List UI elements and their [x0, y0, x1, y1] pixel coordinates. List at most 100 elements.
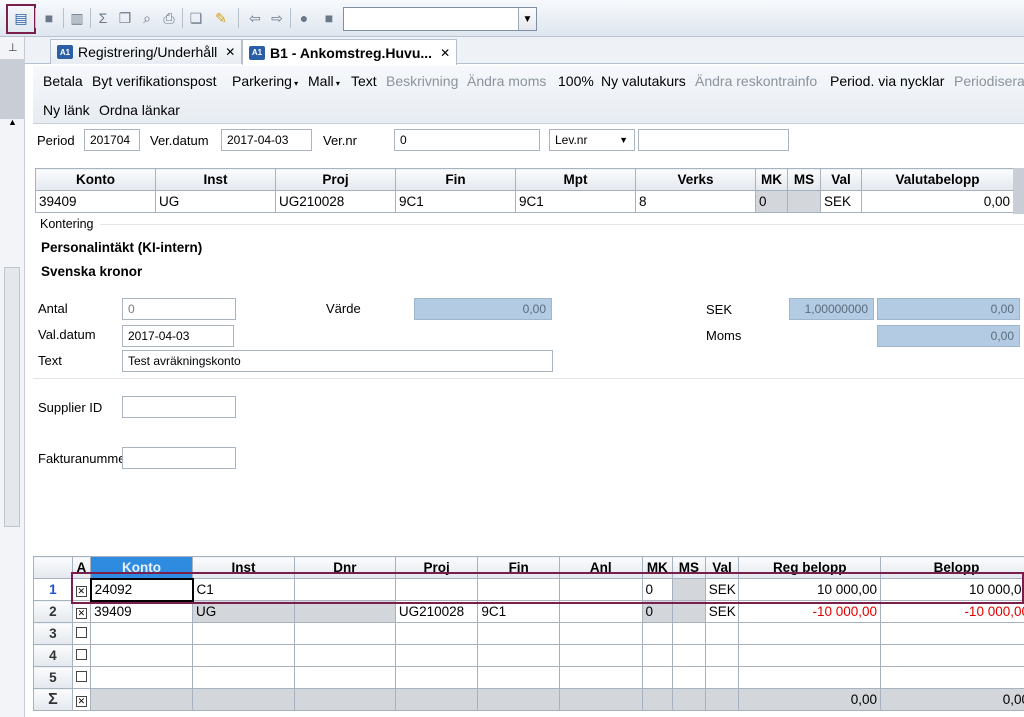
moms-field[interactable]: 0,00 — [877, 325, 1020, 347]
checkbox-unchecked-icon[interactable] — [75, 649, 87, 660]
cell-val[interactable] — [704, 644, 740, 667]
checkbox-checked-icon[interactable]: ✕ — [75, 696, 87, 707]
cell-valutabelopp[interactable]: 0,00 — [861, 190, 1014, 213]
cell-anl[interactable] — [558, 600, 643, 623]
cell-konto[interactable]: 39409 — [35, 190, 156, 213]
cell-reg-belopp[interactable]: -10 000,00 — [738, 600, 882, 623]
col-reg-belopp[interactable]: Reg belopp — [738, 556, 882, 579]
record-icon[interactable]: ● — [293, 7, 315, 29]
close-icon[interactable]: ✕ — [225, 45, 235, 59]
cell-ms[interactable] — [787, 190, 821, 213]
cell-reg-belopp[interactable] — [738, 622, 882, 645]
cmd-ordna-lankar[interactable]: Ordna länkar — [99, 102, 180, 118]
col-proj[interactable]: Proj — [394, 556, 479, 579]
cell-val[interactable]: SEK — [820, 190, 862, 213]
cell-ms[interactable] — [672, 600, 706, 623]
cell-dnr[interactable] — [293, 600, 396, 623]
cmd-byt-verifikationspost[interactable]: Byt verifikationspost — [92, 73, 217, 89]
cell-dnr[interactable] — [293, 578, 396, 601]
cmd-periodisera[interactable]: Periodisera — [954, 73, 1024, 89]
faktura-field[interactable] — [122, 447, 236, 469]
square-icon[interactable]: ■ — [318, 7, 340, 29]
cell-mk[interactable] — [641, 644, 674, 667]
row-number[interactable]: 3 — [33, 622, 73, 645]
row-checkbox[interactable]: ✕ — [71, 578, 92, 601]
col-belopp[interactable]: Belopp — [880, 556, 1024, 579]
cell-konto[interactable] — [90, 644, 194, 667]
toolbar-combo[interactable]: ▼ — [343, 7, 537, 31]
row-number[interactable]: 4 — [33, 644, 73, 667]
cell-mk[interactable]: 0 — [641, 578, 674, 601]
row-checkbox[interactable]: ✕ — [71, 600, 92, 623]
sigma-icon[interactable]: Σ — [92, 7, 114, 29]
cmd-ny-valutakurs[interactable]: Ny valutakurs — [601, 73, 686, 89]
cell-inst[interactable]: UG — [155, 190, 276, 213]
checkbox-checked-icon[interactable]: ✕ — [75, 608, 87, 619]
cell-proj[interactable] — [394, 578, 479, 601]
cell-ms[interactable] — [672, 622, 706, 645]
cell-mk[interactable] — [641, 666, 674, 689]
left-pane-scrollbar[interactable] — [4, 267, 20, 527]
forward-arrow-icon[interactable]: ⇨ — [266, 7, 288, 29]
col-val[interactable]: Val — [820, 168, 862, 191]
supplier-field[interactable] — [122, 396, 236, 418]
window-icon[interactable]: ❏ — [185, 7, 207, 29]
cmd-betala[interactable]: Betala — [43, 73, 83, 89]
col-verks[interactable]: Verks — [635, 168, 756, 191]
cell-fin[interactable] — [477, 622, 560, 645]
vernr-field[interactable]: 0 — [394, 129, 540, 151]
cell-mk[interactable] — [641, 622, 674, 645]
cell-ms[interactable] — [672, 644, 706, 667]
cell-val[interactable] — [704, 622, 740, 645]
cell-belopp[interactable] — [880, 622, 1024, 645]
row-checkbox[interactable] — [71, 644, 92, 667]
cell-val[interactable] — [704, 666, 740, 689]
cell-proj[interactable]: UG210028 — [394, 600, 479, 623]
cell-fin[interactable] — [477, 644, 560, 667]
cell-proj[interactable] — [394, 622, 479, 645]
row-number[interactable]: 5 — [33, 666, 73, 689]
col-mk[interactable]: MK — [641, 556, 674, 579]
col-proj[interactable]: Proj — [275, 168, 396, 191]
cmd-text[interactable]: Text — [351, 73, 377, 89]
cell-konto[interactable] — [90, 666, 194, 689]
cmd-beskrivning[interactable]: Beskrivning — [386, 73, 458, 89]
cmd-parkering[interactable]: Parkering ▾ — [232, 73, 298, 89]
grid-scrollbar[interactable] — [1013, 168, 1024, 214]
cell-mk[interactable]: 0 — [641, 600, 674, 623]
cell-inst[interactable] — [192, 644, 295, 667]
stop-icon[interactable]: ■ — [38, 7, 60, 29]
checkbox-checked-icon[interactable]: ✕ — [75, 586, 87, 597]
cell-reg-belopp[interactable] — [738, 644, 882, 667]
cmd-mall[interactable]: Mall ▾ — [308, 73, 340, 89]
checkbox-unchecked-icon[interactable] — [75, 671, 87, 682]
cell-ms[interactable] — [672, 578, 706, 601]
antal-field[interactable]: 0 — [122, 298, 236, 320]
row-number[interactable]: 2 — [33, 600, 73, 623]
cell-belopp[interactable] — [880, 644, 1024, 667]
col-valutabelopp[interactable]: Valutabelopp — [861, 168, 1014, 191]
chart-icon[interactable]: ▥ — [66, 7, 88, 29]
print-icon[interactable]: ⎙ — [158, 7, 180, 29]
col-inst[interactable]: Inst — [192, 556, 295, 579]
cell-belopp[interactable] — [880, 666, 1024, 689]
cell-fin[interactable]: 9C1 — [395, 190, 516, 213]
col-konto[interactable]: Konto — [90, 556, 194, 579]
cell-val[interactable]: SEK — [704, 578, 740, 601]
sum-checkbox[interactable]: ✕ — [71, 688, 92, 711]
cell-anl[interactable] — [558, 644, 643, 667]
cell-ms[interactable] — [672, 666, 706, 689]
text-field[interactable]: Test avräkningskonto — [122, 350, 553, 372]
col-mpt[interactable]: Mpt — [515, 168, 636, 191]
cell-fin[interactable] — [477, 666, 560, 689]
cell-dnr[interactable] — [293, 666, 396, 689]
col-ms[interactable]: MS — [787, 168, 821, 191]
cell-inst[interactable]: C1 — [192, 578, 295, 601]
col-konto[interactable]: Konto — [35, 168, 156, 191]
checkbox-unchecked-icon[interactable] — [75, 627, 87, 638]
close-icon[interactable]: ✕ — [440, 46, 450, 60]
search-icon[interactable]: ⌕ — [136, 7, 158, 29]
cell-proj[interactable] — [394, 666, 479, 689]
tab-registrering[interactable]: A1 Registrering/Underhåll ✕ — [50, 39, 242, 64]
varde-field[interactable]: 0,00 — [414, 298, 552, 320]
